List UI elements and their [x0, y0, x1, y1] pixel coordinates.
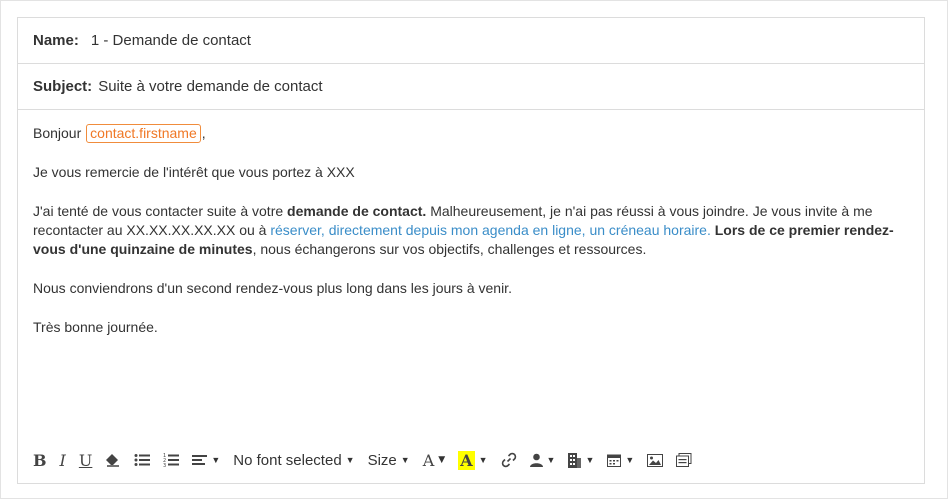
- greeting-comma: ,: [201, 125, 206, 141]
- insert-snippet-button[interactable]: [676, 448, 692, 472]
- chevron-down-icon: ▼: [211, 455, 221, 465]
- chevron-down-icon: ▼: [438, 455, 446, 465]
- formatting-toolbar: B I U 123 ▼ No font selected ▼ Size ▼ A …: [18, 446, 924, 474]
- font-size-dropdown[interactable]: Size ▼: [368, 448, 410, 472]
- p2-text-a: J'ai tenté de vous contacter suite à vot…: [33, 203, 288, 219]
- paragraph-3: Nous conviendrons d'un second rendez-vou…: [33, 280, 512, 296]
- unordered-list-icon: [134, 454, 151, 466]
- chevron-down-icon: ▼: [478, 455, 488, 465]
- personalize-dropdown[interactable]: ▼: [529, 448, 556, 472]
- image-icon: [647, 453, 664, 467]
- align-left-icon: [192, 454, 208, 465]
- ordered-list-icon: 123: [163, 453, 180, 467]
- insert-image-button[interactable]: [647, 448, 664, 472]
- align-dropdown[interactable]: ▼: [192, 448, 220, 472]
- underline-label: U: [78, 450, 93, 470]
- highlight-label: A: [458, 450, 475, 470]
- subject-label: Subject:: [33, 78, 93, 95]
- p2-bold-a: demande de contact.: [287, 203, 427, 219]
- chevron-down-icon: ▼: [625, 455, 635, 465]
- name-label: Name:: [33, 32, 79, 49]
- chevron-down-icon: ▼: [546, 455, 556, 465]
- bold-button[interactable]: B: [33, 448, 47, 472]
- calendar-icon: [607, 454, 622, 467]
- highlight-color-dropdown[interactable]: A ▼: [458, 448, 488, 472]
- greeting-text: Bonjour: [33, 125, 82, 141]
- underline-button[interactable]: U: [79, 448, 92, 472]
- booking-link[interactable]: réserver, directement depuis mon agenda …: [270, 222, 711, 238]
- company-dropdown[interactable]: ▼: [568, 448, 594, 472]
- subject-input[interactable]: Suite à votre demande de contact: [98, 78, 322, 95]
- building-icon: [568, 452, 582, 468]
- user-icon: [529, 453, 543, 467]
- bullet-list-button[interactable]: [134, 448, 151, 472]
- chevron-down-icon: ▼: [345, 455, 355, 465]
- italic-label: I: [59, 450, 66, 470]
- paragraph-2: J'ai tenté de vous contacter suite à vot…: [33, 202, 909, 259]
- name-row: Name: 1 - Demande de contact: [18, 18, 924, 64]
- meeting-dropdown[interactable]: ▼: [607, 448, 634, 472]
- personalization-token[interactable]: contact.firstname: [86, 124, 201, 143]
- paragraph-1: Je vous remercie de l'intérêt que vous p…: [33, 164, 355, 180]
- font-family-dropdown[interactable]: No font selected ▼: [233, 448, 354, 472]
- clear-format-button[interactable]: [105, 448, 121, 472]
- p2-text-c: , nous échangerons sur vos objectifs, ch…: [252, 241, 647, 257]
- subject-row: Subject: Suite à votre demande de contac…: [18, 64, 924, 110]
- chevron-down-icon: ▼: [400, 455, 410, 465]
- link-icon: [501, 452, 516, 468]
- font-color-label: A: [422, 450, 435, 470]
- numbered-list-button[interactable]: 123: [163, 448, 180, 472]
- font-family-label: No font selected: [233, 451, 342, 469]
- snippet-icon: [676, 453, 692, 467]
- svg-text:3: 3: [163, 463, 166, 467]
- message-body-editor[interactable]: Bonjour contact.firstname, Je vous remer…: [18, 110, 924, 428]
- paragraph-4: Très bonne journée.: [33, 319, 158, 335]
- template-editor: Name: 1 - Demande de contact Subject: Su…: [17, 17, 925, 484]
- bold-label: B: [33, 450, 47, 470]
- font-color-dropdown[interactable]: A ▼: [423, 448, 445, 472]
- font-size-label: Size: [367, 451, 397, 469]
- italic-button[interactable]: I: [60, 448, 66, 472]
- eraser-icon: [106, 454, 120, 467]
- chevron-down-icon: ▼: [585, 455, 595, 465]
- name-input[interactable]: 1 - Demande de contact: [91, 32, 251, 49]
- insert-link-button[interactable]: [501, 448, 517, 472]
- greeting-line: Bonjour contact.firstname,: [33, 124, 909, 143]
- window-frame: Name: 1 - Demande de contact Subject: Su…: [0, 0, 948, 499]
